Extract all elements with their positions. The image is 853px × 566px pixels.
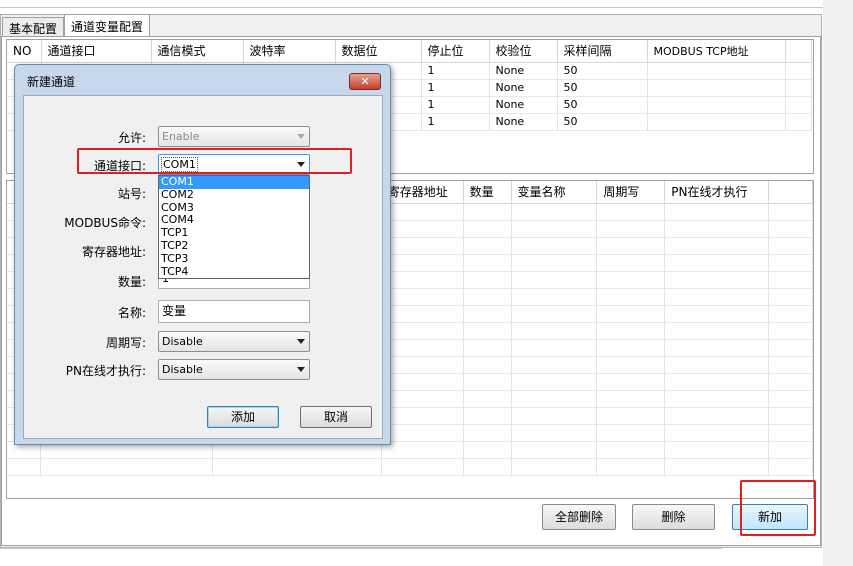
chevron-down-icon xyxy=(297,339,305,344)
col-comm-mode[interactable]: 通信模式 xyxy=(151,40,244,63)
dialog-body: 允许: Enable 通道接口: COM1 站号: MODBUS命令: 寄存器地… xyxy=(23,95,383,439)
pn-online-select[interactable]: Disable xyxy=(158,359,310,380)
col-no[interactable]: NO xyxy=(7,40,42,63)
col-stop-bits[interactable]: 停止位 xyxy=(421,40,490,63)
cell-parity: None xyxy=(489,79,558,97)
chevron-down-icon xyxy=(297,367,305,372)
allow-select: Enable xyxy=(158,126,310,147)
col-variable-name[interactable]: 变量名称 xyxy=(511,181,598,204)
col-sample-interval[interactable]: 采样间隔 xyxy=(557,40,648,63)
col-parity[interactable]: 校验位 xyxy=(489,40,558,63)
periodic-write-select[interactable]: Disable xyxy=(158,331,310,352)
count-label: 数量: xyxy=(117,275,146,289)
modbus-command-label: MODBUS命令: xyxy=(64,216,146,230)
table-row xyxy=(7,458,813,476)
station-label: 站号: xyxy=(117,187,146,201)
col-periodic-write[interactable]: 周期写 xyxy=(596,181,666,204)
window-bottom-edge xyxy=(0,548,722,566)
add-button-highlight xyxy=(740,480,816,536)
cell-stop-bits: 1 xyxy=(421,113,490,131)
allow-label: 允许: xyxy=(117,131,146,145)
dialog-cancel-button[interactable]: 取消 xyxy=(300,406,372,428)
dropdown-option-com2[interactable]: COM2 xyxy=(159,188,309,202)
cell-stop-bits: 1 xyxy=(421,96,490,114)
dropdown-option-com1[interactable]: COM1 xyxy=(159,175,309,189)
dropdown-option-tcp3[interactable]: TCP3 xyxy=(159,252,309,266)
col-filler xyxy=(785,40,812,63)
close-button[interactable]: ✕ xyxy=(349,73,381,90)
dialog-title: 新建通道 xyxy=(27,75,76,89)
close-icon: ✕ xyxy=(360,75,370,88)
channel-interface-highlight xyxy=(77,148,352,174)
col-modbus-tcp-address[interactable]: MODBUS TCP地址 xyxy=(647,40,786,63)
dialog-titlebar[interactable]: 新建通道 ✕ xyxy=(15,65,390,95)
col-var-filler xyxy=(768,181,813,204)
cell-parity: None xyxy=(489,113,558,131)
col-pn-online[interactable]: PN在线才执行 xyxy=(664,181,770,204)
window-top-edge xyxy=(0,0,853,8)
new-channel-dialog: 新建通道 ✕ 允许: Enable 通道接口: COM1 站号: MODBUS命… xyxy=(14,64,391,445)
chevron-down-icon xyxy=(297,134,305,139)
cell-interval: 50 xyxy=(557,96,648,114)
tab-channel-variable-config[interactable]: 通道变量配置 xyxy=(64,14,151,38)
name-label: 名称: xyxy=(117,306,146,320)
col-data-bits[interactable]: 数据位 xyxy=(335,40,422,63)
channel-interface-dropdown: COM1 COM2 COM3 COM4 TCP1 TCP2 TCP3 TCP4 xyxy=(158,175,310,279)
cell-interval: 50 xyxy=(557,62,648,80)
dropdown-option-tcp2[interactable]: TCP2 xyxy=(159,239,309,253)
periodic-write-label: 周期写: xyxy=(105,336,146,350)
register-address-label: 寄存器地址: xyxy=(81,245,146,259)
window-right-edge xyxy=(823,0,853,566)
delete-button[interactable]: 删除 xyxy=(632,504,715,530)
tab-bar: 基本配置 通道变量配置 xyxy=(2,14,151,39)
col-channel-interface[interactable]: 通道接口 xyxy=(41,40,152,63)
dropdown-option-tcp4[interactable]: TCP4 xyxy=(159,265,309,279)
pn-online-label: PN在线才执行: xyxy=(65,364,146,378)
cell-stop-bits: 1 xyxy=(421,62,490,80)
col-count[interactable]: 数量 xyxy=(463,181,512,204)
cell-interval: 50 xyxy=(557,113,648,131)
cell-interval: 50 xyxy=(557,79,648,97)
name-input[interactable]: 变量 xyxy=(158,300,310,323)
cell-stop-bits: 1 xyxy=(421,79,490,97)
col-register-address[interactable]: 寄存器地址 xyxy=(381,181,464,204)
dialog-add-button[interactable]: 添加 xyxy=(207,406,279,428)
cell-parity: None xyxy=(489,62,558,80)
col-baud-rate[interactable]: 波特率 xyxy=(243,40,336,63)
channel-table-header: NO 通道接口 通信模式 波特率 数据位 停止位 校验位 采样间隔 MODBUS… xyxy=(7,40,812,63)
cell-parity: None xyxy=(489,96,558,114)
delete-all-button[interactable]: 全部删除 xyxy=(542,504,616,530)
